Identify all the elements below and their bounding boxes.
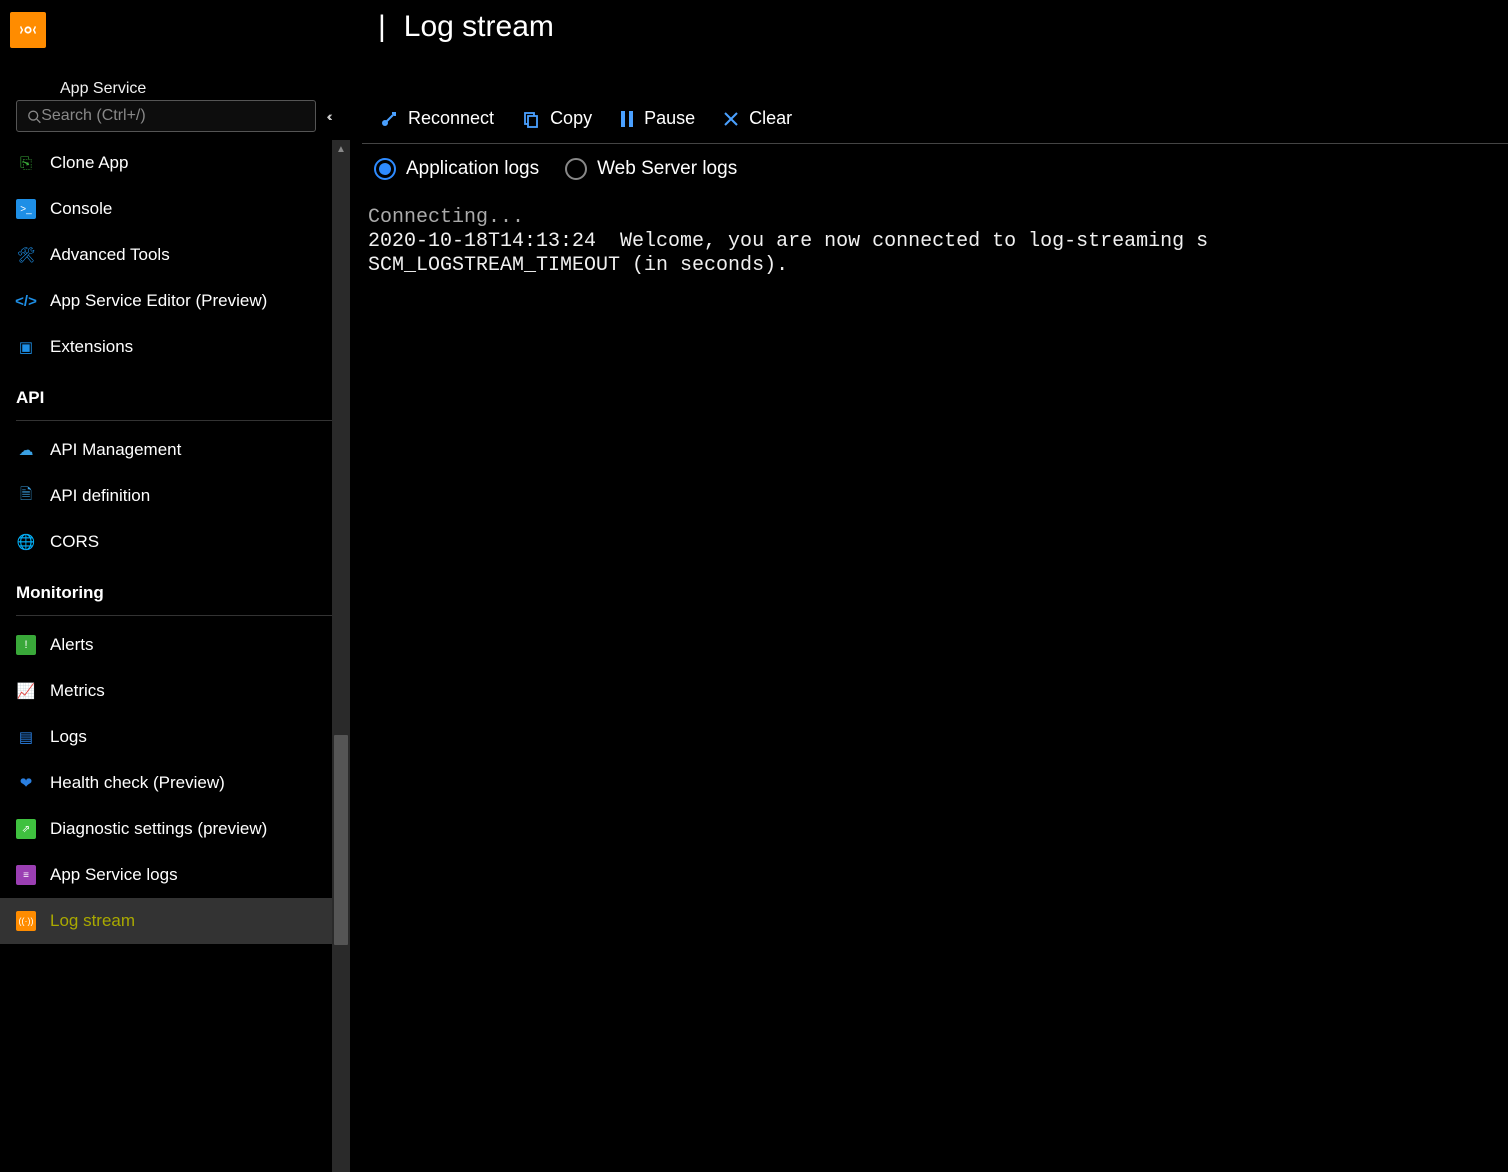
code-icon: </> xyxy=(16,291,36,311)
main-content: Reconnect Copy Pause Clear Application l… xyxy=(350,98,1508,1172)
metrics-icon: 📈 xyxy=(16,681,36,701)
sidebar-item-diagnostic-settings[interactable]: ⇗ Diagnostic settings (preview) xyxy=(0,806,350,852)
tools-icon: 🛠 xyxy=(16,245,36,265)
log-line: Connecting... xyxy=(368,206,524,229)
sidebar-item-label: API Management xyxy=(50,440,181,460)
title-separator: | xyxy=(378,10,386,44)
scroll-up-arrow-icon[interactable]: ▲ xyxy=(332,140,350,158)
sidebar-divider xyxy=(16,420,334,421)
page-title: | Log stream xyxy=(60,4,554,44)
diagnostic-icon: ⇗ xyxy=(16,819,36,839)
sidebar-item-logs[interactable]: ▤ Logs xyxy=(0,714,350,760)
sidebar-item-log-stream[interactable]: ((·)) Log stream xyxy=(0,898,350,944)
toolbar-button-label: Clear xyxy=(749,108,792,129)
sidebar-item-label: CORS xyxy=(50,532,99,552)
radio-unselected-icon xyxy=(565,158,587,180)
log-output[interactable]: Connecting... 2020-10-18T14:13:24 Welcom… xyxy=(350,198,1508,1172)
clone-icon: ⎘ xyxy=(16,153,36,173)
sidebar-item-console[interactable]: >_ Console xyxy=(0,186,350,232)
sidebar-item-label: Logs xyxy=(50,727,87,747)
copy-icon xyxy=(522,110,540,128)
sidebar-item-alerts[interactable]: ! Alerts xyxy=(0,622,350,668)
pause-icon xyxy=(620,110,634,128)
sidebar-item-app-service-editor[interactable]: </> App Service Editor (Preview) xyxy=(0,278,350,324)
radio-selected-icon xyxy=(374,158,396,180)
log-line: 2020-10-18T14:13:24 Welcome, you are now… xyxy=(368,230,1208,253)
collapse-sidebar-button[interactable]: ‹‹ xyxy=(328,108,334,124)
toolbar-button-label: Pause xyxy=(644,108,695,129)
sidebar-item-label: Alerts xyxy=(50,635,93,655)
console-icon: >_ xyxy=(16,199,36,219)
sidebar-item-label: Log stream xyxy=(50,911,135,931)
sidebar-item-health-check[interactable]: ❤ Health check (Preview) xyxy=(0,760,350,806)
pause-button[interactable]: Pause xyxy=(620,108,695,129)
sidebar-item-label: Diagnostic settings (preview) xyxy=(50,819,267,839)
health-icon: ❤ xyxy=(16,773,36,793)
sidebar-item-api-management[interactable]: ☁ API Management xyxy=(0,427,350,473)
radio-web-server-logs[interactable]: Web Server logs xyxy=(565,158,737,180)
scrollbar-thumb[interactable] xyxy=(334,735,348,945)
sidebar-item-clone-app[interactable]: ⎘ Clone App xyxy=(0,140,350,186)
sidebar-item-label: App Service Editor (Preview) xyxy=(50,291,267,311)
search-box[interactable] xyxy=(16,100,316,132)
reconnect-icon xyxy=(380,110,398,128)
search-input[interactable] xyxy=(41,107,305,125)
sidebar-item-app-service-logs[interactable]: ≡ App Service logs xyxy=(0,852,350,898)
sidebar-item-label: Metrics xyxy=(50,681,105,701)
clear-icon xyxy=(723,111,739,127)
resource-name-redacted xyxy=(60,4,360,36)
sidebar-item-advanced-tools[interactable]: 🛠 Advanced Tools xyxy=(0,232,350,278)
toolbar-button-label: Reconnect xyxy=(408,108,494,129)
clear-button[interactable]: Clear xyxy=(723,108,792,129)
sidebar-item-label: Advanced Tools xyxy=(50,245,170,265)
sidebar-item-label: API definition xyxy=(50,486,150,506)
reconnect-button[interactable]: Reconnect xyxy=(380,108,494,129)
extensions-icon: ▣ xyxy=(16,337,36,357)
search-icon xyxy=(27,109,41,124)
page-title-text: Log stream xyxy=(404,10,554,44)
app-logs-icon: ≡ xyxy=(16,865,36,885)
sidebar-item-label: Console xyxy=(50,199,112,219)
log-stream-icon: ((·)) xyxy=(16,911,36,931)
toolbar-button-label: Copy xyxy=(550,108,592,129)
resource-type-subtitle: App Service xyxy=(60,80,1508,98)
log-line: SCM_LOGSTREAM_TIMEOUT (in seconds). xyxy=(368,254,788,277)
sidebar-divider xyxy=(16,615,334,616)
sidebar-section-api: API xyxy=(0,370,350,416)
doc-icon: 🗎 xyxy=(16,486,36,506)
radio-label: Application logs xyxy=(406,158,539,180)
header-bar: | Log stream xyxy=(0,0,1508,78)
sidebar-item-label: Clone App xyxy=(50,153,128,173)
app-service-icon xyxy=(10,12,46,48)
log-type-radios: Application logs Web Server logs xyxy=(350,144,1508,198)
sidebar-item-metrics[interactable]: 📈 Metrics xyxy=(0,668,350,714)
sidebar: ‹‹ ⎘ Clone App >_ Console 🛠 Advanced Too… xyxy=(0,98,350,1172)
sidebar-item-extensions[interactable]: ▣ Extensions xyxy=(0,324,350,370)
radio-label: Web Server logs xyxy=(597,158,737,180)
sidebar-item-label: Extensions xyxy=(50,337,133,357)
copy-button[interactable]: Copy xyxy=(522,108,592,129)
sidebar-item-label: Health check (Preview) xyxy=(50,773,225,793)
sidebar-item-cors[interactable]: 🌐 CORS xyxy=(0,519,350,565)
alerts-icon: ! xyxy=(16,635,36,655)
radio-application-logs[interactable]: Application logs xyxy=(374,158,539,180)
globe-icon: 🌐 xyxy=(16,532,36,552)
logs-icon: ▤ xyxy=(16,727,36,747)
cloud-icon: ☁ xyxy=(16,440,36,460)
sidebar-item-api-definition[interactable]: 🗎 API definition xyxy=(0,473,350,519)
sidebar-item-label: App Service logs xyxy=(50,865,178,885)
toolbar: Reconnect Copy Pause Clear xyxy=(350,98,1508,143)
sidebar-scrollbar[interactable]: ▲ xyxy=(332,140,350,1172)
sidebar-section-monitoring: Monitoring xyxy=(0,565,350,611)
